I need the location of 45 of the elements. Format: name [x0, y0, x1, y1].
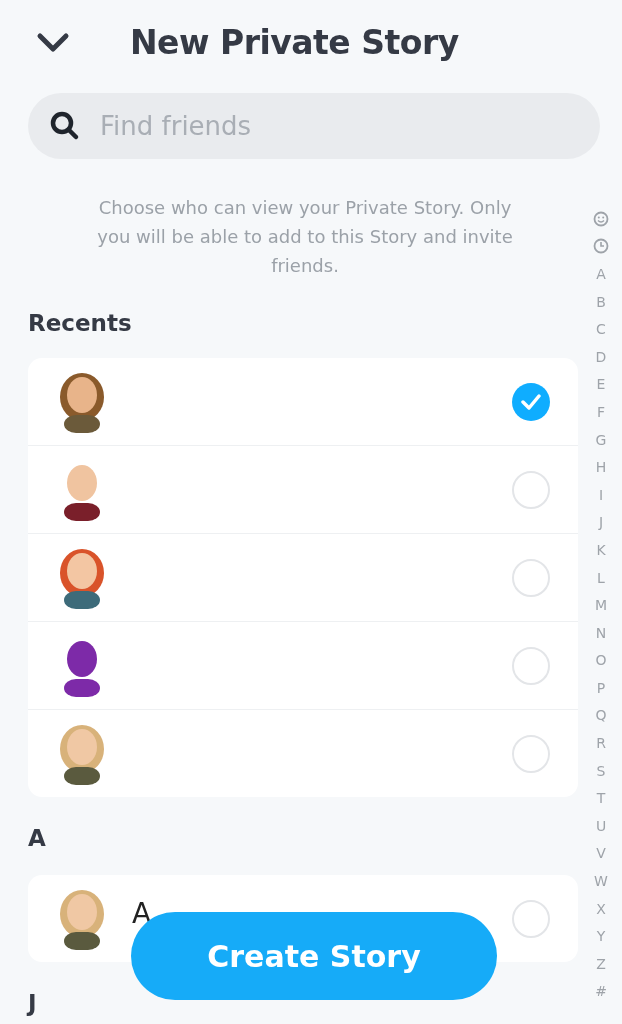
search-icon [50, 111, 80, 141]
index-letter[interactable]: L [597, 563, 605, 592]
index-letter[interactable]: M [594, 591, 608, 619]
chevron-down-icon[interactable] [36, 31, 70, 54]
index-letter[interactable]: B [596, 287, 606, 316]
index-letter[interactable]: C [596, 315, 606, 343]
index-letter[interactable]: D [595, 342, 607, 371]
index-letter[interactable]: # [595, 977, 607, 1006]
select-checkbox[interactable] [512, 646, 550, 685]
index-letter[interactable]: Z [596, 950, 606, 978]
description-text: Choose who can view your Private Story. Only you will be able to add to this Story and invite friends. [96, 196, 514, 278]
clock-icon[interactable] [593, 238, 609, 255]
index-letter[interactable]: V [596, 839, 606, 868]
smiley-icon[interactable] [593, 210, 609, 227]
index-letter[interactable]: P [596, 674, 606, 702]
index-letter[interactable]: O [595, 646, 607, 675]
select-checkbox[interactable] [512, 382, 550, 421]
search-input[interactable]: Find friends [98, 110, 600, 142]
index-letter[interactable]: F [596, 398, 606, 426]
index-letter[interactable]: N [595, 618, 607, 647]
index-letter[interactable]: U [595, 812, 607, 840]
index-letter[interactable]: W [594, 867, 608, 895]
index-letter[interactable]: S [596, 756, 606, 785]
checkmark-icon [521, 393, 541, 410]
select-checkbox[interactable] [512, 899, 550, 938]
index-letter[interactable]: X [596, 894, 606, 923]
select-checkbox[interactable] [512, 734, 550, 773]
index-letter[interactable]: H [595, 453, 607, 481]
index-letter[interactable]: Y [596, 922, 606, 951]
index-letter[interactable]: J [598, 508, 604, 537]
select-checkbox[interactable] [512, 558, 550, 597]
index-letter[interactable]: T [596, 784, 606, 813]
search-field[interactable]: Find friends [28, 93, 600, 159]
index-letter[interactable]: Q [595, 701, 607, 730]
screen-title: New Private Story [130, 23, 459, 62]
index-letter[interactable]: E [596, 370, 606, 399]
index-letter[interactable]: A [596, 260, 606, 288]
select-checkbox[interactable] [512, 470, 550, 509]
index-letter[interactable]: I [598, 480, 604, 509]
section-heading: Recents [28, 310, 133, 338]
index-letter[interactable]: R [596, 729, 606, 757]
index-letter[interactable]: G [595, 425, 607, 454]
section-heading: J [28, 990, 38, 1018]
section-heading: A [28, 825, 47, 853]
index-letter[interactable]: K [596, 536, 606, 564]
